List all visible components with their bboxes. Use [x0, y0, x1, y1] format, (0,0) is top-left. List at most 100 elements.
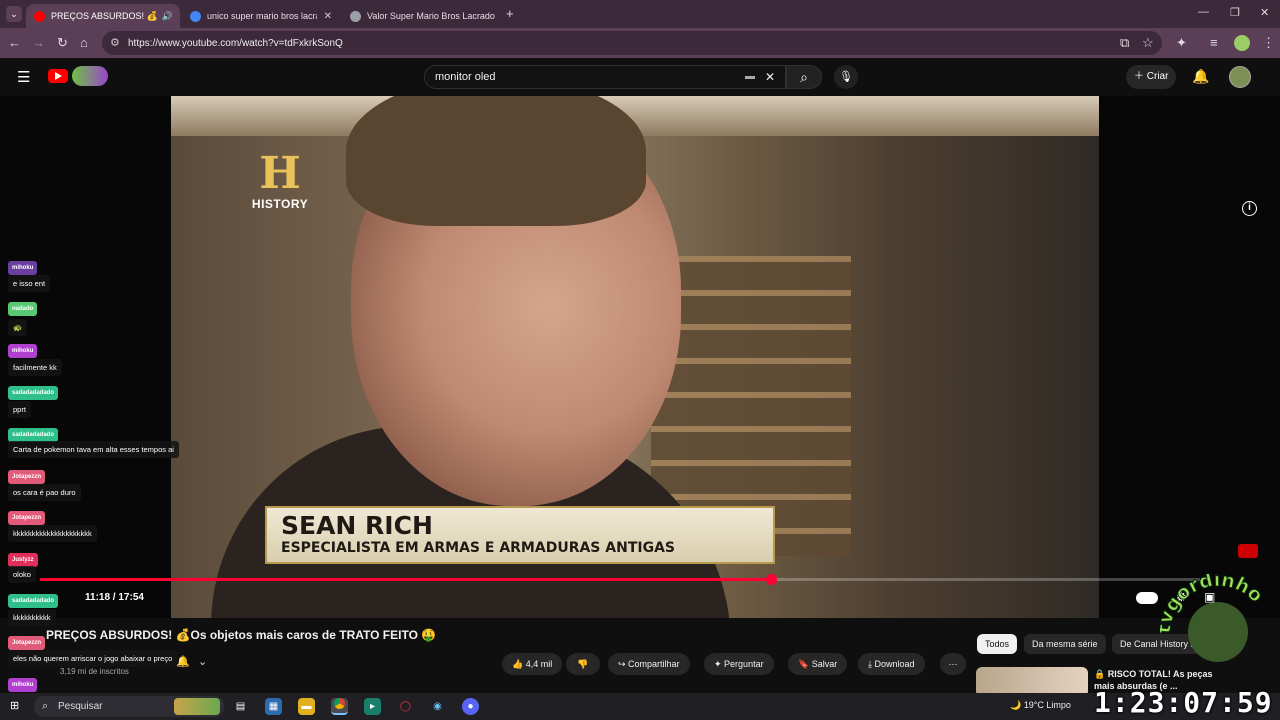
share-icon: ↪	[618, 659, 629, 669]
thumbs-up-icon: 👍	[512, 659, 526, 669]
brand-logo-face	[1188, 602, 1248, 662]
subscriber-count: 3,19 mi de inscritos	[60, 667, 129, 676]
forward-icon[interactable]: →	[32, 35, 45, 50]
install-app-icon[interactable]: ⧉	[1120, 35, 1129, 51]
chat-username: Justyzz	[8, 553, 38, 567]
chat-username: sadadadadado	[8, 594, 59, 608]
keyboard-icon[interactable]: ▬	[745, 66, 755, 88]
doodle-logo-icon[interactable]	[72, 66, 108, 86]
more-actions-button[interactable]: ⋯	[940, 653, 966, 675]
dislike-button[interactable]: 👎	[566, 653, 600, 675]
home-icon[interactable]: ⌂	[80, 35, 88, 50]
share-label: Compartilhar	[628, 659, 680, 669]
create-label: Criar	[1146, 71, 1169, 82]
chip-all[interactable]: Todos	[977, 634, 1018, 654]
search-value: monitor oled	[435, 71, 496, 83]
ask-label: Perguntar	[724, 659, 764, 669]
youtube-watermark-icon[interactable]	[1238, 544, 1258, 558]
chat-message: os cara é pao duro	[8, 484, 81, 501]
close-tab-icon[interactable]: ✕	[495, 11, 500, 22]
audio-icon[interactable]: 🔊	[162, 11, 173, 22]
chat-message: Carta de pokemon tava em alta esses temp…	[8, 441, 179, 458]
lower-third-caption: SEAN RICH ESPECIALISTA EM ARMAS E ARMADU…	[265, 506, 775, 564]
browser-tab-2[interactable]: unico super mario bros lacrado ✕	[182, 4, 340, 28]
like-button[interactable]: 👍 4,4 mil	[502, 653, 563, 675]
steam-icon[interactable]: ◉	[429, 698, 446, 715]
back-icon[interactable]: ←	[8, 35, 21, 50]
plus-icon: ＋	[1134, 71, 1147, 82]
chat-message: facilmente kk	[8, 359, 62, 376]
windows-taskbar: ⊞ ⌕ Pesquisar ▤ ▦ ▬ ▸ ◯ ◉ ● 🌙 19°C Limpo	[0, 693, 1280, 720]
weather-widget[interactable]: 🌙 19°C Limpo	[1010, 700, 1071, 711]
chat-username: mihoku	[8, 344, 38, 358]
ask-button[interactable]: ✦ Perguntar	[704, 653, 774, 675]
voice-search-button[interactable]: 🎙	[834, 65, 858, 89]
notifications-bell-icon[interactable]: 🔔	[1192, 68, 1209, 85]
youtube-logo-icon[interactable]	[48, 69, 68, 83]
video-info-icon[interactable]: i	[1242, 201, 1257, 216]
create-button[interactable]: ＋ Criar	[1126, 65, 1176, 89]
history-h-icon: H	[259, 148, 301, 199]
opera-icon[interactable]: ◯	[397, 698, 414, 715]
address-bar[interactable]: ⚙ https://www.youtube.com/watch?v=tdFxkr…	[102, 31, 1162, 55]
task-view-icon[interactable]: ▤	[232, 698, 249, 715]
account-avatar[interactable]	[1229, 66, 1251, 88]
clear-search-icon[interactable]: ✕	[765, 66, 775, 88]
store-icon[interactable]: ▦	[265, 698, 282, 715]
new-tab-icon[interactable]: +	[506, 6, 514, 21]
google-favicon-icon	[190, 10, 201, 22]
bookmark-star-icon[interactable]: ☆	[1142, 35, 1154, 51]
chat-username: Jotapezzn	[8, 636, 46, 650]
autoplay-toggle[interactable]	[1136, 592, 1158, 604]
chat-message: eles não querem arriscar o jogo abaixar …	[8, 650, 178, 667]
video-player[interactable]: H HISTORY SEAN RICH ESPECIALISTA EM ARMA…	[0, 96, 1280, 618]
sparkle-icon: ✦	[714, 659, 725, 669]
search-button[interactable]: ⌕	[786, 65, 822, 89]
profile-avatar[interactable]	[1234, 35, 1250, 51]
more-icon: ⋯	[948, 659, 958, 669]
browser-toolbar: ← → ↻ ⌂ ⚙ https://www.youtube.com/watch?…	[0, 28, 1280, 58]
restore-icon[interactable]: ❐	[1230, 6, 1240, 19]
media-controls-icon[interactable]: ≡	[1210, 35, 1218, 50]
file-explorer-icon[interactable]: ▬	[298, 698, 315, 715]
windows-start-icon[interactable]: ⊞	[10, 699, 19, 712]
browser-menu-icon[interactable]: ⋮	[1262, 35, 1275, 51]
search-icon: ⌕	[800, 69, 808, 85]
close-window-icon[interactable]: ✕	[1260, 6, 1269, 19]
video-title: PREÇOS ABSURDOS! 💰Os objetos mais caros …	[46, 628, 437, 642]
hamburger-menu-icon[interactable]: ☰	[17, 68, 30, 86]
close-tab-icon[interactable]: ✕	[173, 11, 180, 22]
subscribe-bell-icon[interactable]: 🔔	[176, 655, 190, 668]
save-button[interactable]: 🔖 Salvar	[788, 653, 848, 675]
progress-bar-fill	[40, 578, 771, 581]
chat-username: nadado	[8, 302, 38, 316]
overlay-clock: 1:23:07:59	[1094, 686, 1273, 719]
search-input[interactable]: monitor oled ▬ ✕	[424, 65, 786, 89]
bookmark-icon: 🔖	[798, 659, 812, 669]
youtube-favicon-icon	[34, 10, 45, 22]
chevron-down-icon[interactable]: ⌄	[198, 655, 207, 668]
browser-tab-1[interactable]: PREÇOS ABSURDOS! 💰 🔊 ✕	[26, 4, 180, 28]
reload-icon[interactable]: ↻	[57, 35, 68, 51]
chat-message: kkkkkkkkkk	[8, 609, 56, 626]
download-button[interactable]: ⤓ Download	[858, 653, 925, 675]
minimize-icon[interactable]: —	[1198, 6, 1209, 18]
app-icon[interactable]: ▸	[364, 698, 381, 715]
share-button[interactable]: ↪ Compartilhar	[608, 653, 690, 675]
site-info-icon[interactable]: ⚙	[110, 36, 120, 49]
chat-username: sadadadadado	[8, 386, 59, 400]
taskbar-search[interactable]: ⌕ Pesquisar	[34, 696, 224, 717]
extensions-icon[interactable]: ✦	[1176, 35, 1187, 51]
tab-list-icon[interactable]: ⌄	[6, 6, 22, 22]
microphone-icon: 🎙	[839, 71, 853, 83]
progress-scrubber-handle[interactable]	[765, 574, 777, 585]
chip-same-series[interactable]: Da mesma série	[1024, 634, 1106, 654]
moon-icon: 🌙	[1010, 700, 1024, 710]
video-frame[interactable]: H HISTORY SEAN RICH ESPECIALISTA EM ARMA…	[171, 96, 1099, 618]
browser-tab-3[interactable]: Valor Super Mario Bros Lacrado ✕	[342, 4, 500, 28]
discord-icon[interactable]: ●	[462, 698, 479, 715]
page-favicon-icon	[350, 10, 361, 22]
chrome-icon[interactable]	[331, 698, 348, 715]
tab-title: Valor Super Mario Bros Lacrado	[367, 11, 495, 21]
close-tab-icon[interactable]: ✕	[318, 11, 332, 22]
